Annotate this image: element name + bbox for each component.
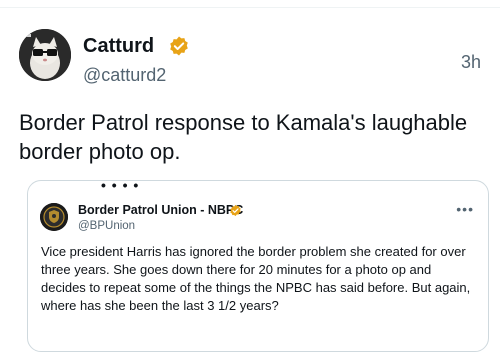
avatar[interactable] [19, 29, 71, 81]
cat-avatar-icon [19, 29, 71, 81]
divider [0, 7, 500, 8]
post-text: Border Patrol response to Kamala's laugh… [19, 110, 468, 164]
more-options-icon[interactable]: ••• [456, 201, 474, 217]
quoted-display-name[interactable]: Border Patrol Union - NBPC [78, 203, 243, 218]
verified-badge-icon [170, 36, 188, 56]
union-seal-icon [40, 203, 68, 231]
quoted-handle[interactable]: @BPUnion [78, 219, 135, 233]
quoted-post-text: Vice president Harris has ignored the bo… [41, 244, 471, 313]
display-name[interactable]: Catturd [83, 34, 154, 58]
quoted-avatar[interactable] [40, 203, 68, 231]
cropped-fragment: • • • • [101, 180, 140, 193]
verified-badge-icon [230, 204, 241, 217]
quoted-post-card[interactable]: • • • • Border Patrol Union - NBPC @BPUn… [27, 180, 489, 352]
author-handle[interactable]: @catturd2 [83, 64, 166, 86]
timestamp[interactable]: 3h [461, 51, 481, 73]
